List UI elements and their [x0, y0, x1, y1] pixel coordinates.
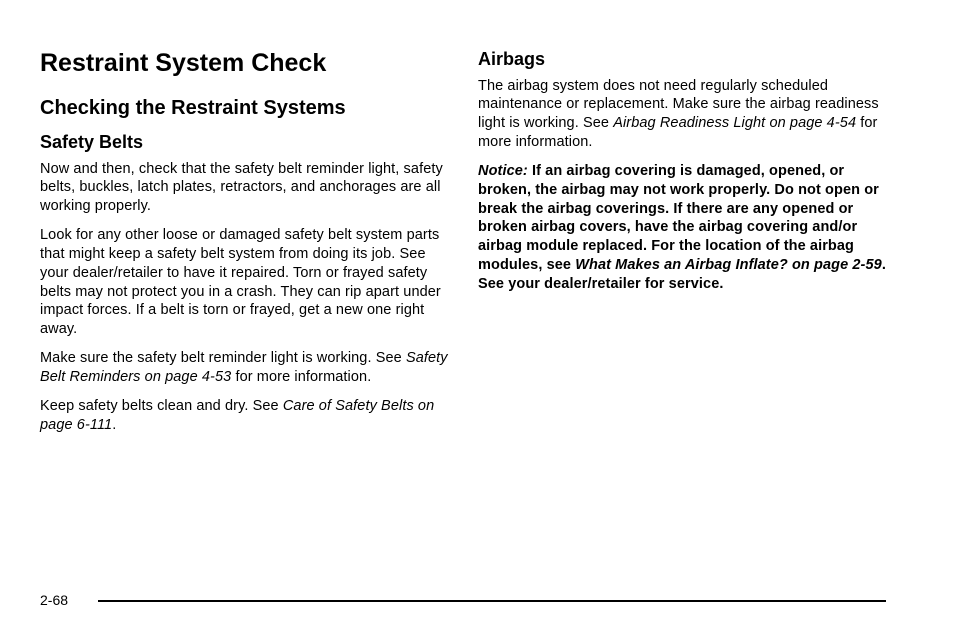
topic-heading-airbags: Airbags	[478, 48, 886, 71]
body-paragraph: Look for any other loose or damaged safe…	[40, 226, 448, 339]
text-run: Keep safety belts clean and dry. See	[40, 398, 283, 414]
body-paragraph: Keep safety belts clean and dry. See Car…	[40, 397, 448, 435]
section-title: Restraint System Check	[40, 48, 448, 78]
topic-heading-safety-belts: Safety Belts	[40, 131, 448, 154]
body-paragraph: Make sure the safety belt reminder light…	[40, 349, 448, 387]
body-paragraph: The airbag system does not need regularl…	[478, 77, 886, 152]
two-column-layout: Restraint System Check Checking the Rest…	[40, 48, 886, 444]
text-run: for more information.	[231, 369, 371, 385]
text-run: Make sure the safety belt reminder light…	[40, 350, 406, 366]
left-column: Restraint System Check Checking the Rest…	[40, 48, 448, 444]
text-run: .	[112, 417, 116, 433]
body-paragraph: Now and then, check that the safety belt…	[40, 160, 448, 217]
page-footer: 2-68	[40, 600, 886, 602]
notice-paragraph: Notice: If an airbag covering is damaged…	[478, 162, 886, 294]
subsection-title: Checking the Restraint Systems	[40, 96, 448, 121]
page-number: 2-68	[40, 592, 68, 608]
manual-page: Restraint System Check Checking the Rest…	[0, 0, 954, 638]
notice-label: Notice:	[478, 163, 528, 179]
cross-reference: Airbag Readiness Light on page 4-54	[613, 115, 856, 131]
right-column: Airbags The airbag system does not need …	[478, 48, 886, 444]
footer-rule	[98, 600, 886, 602]
cross-reference: What Makes an Airbag Inflate? on page 2-…	[575, 257, 882, 273]
